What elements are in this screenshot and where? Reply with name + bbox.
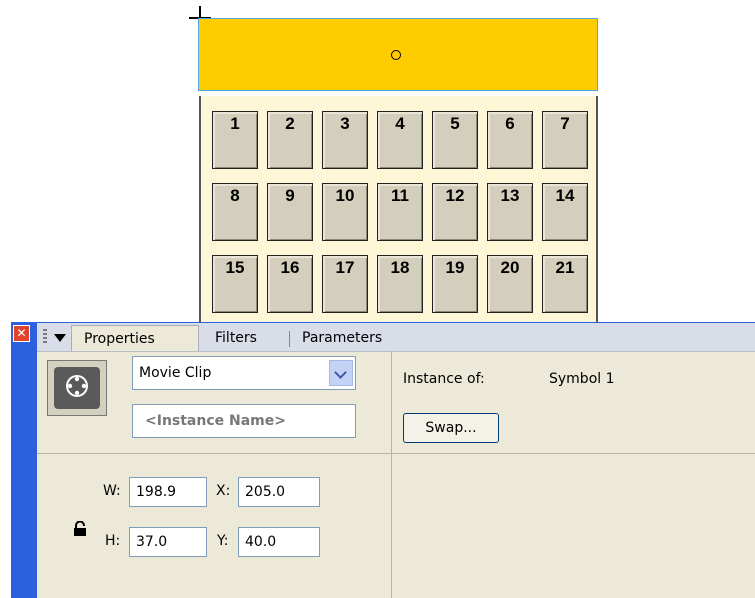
calendar-day-cell[interactable]: 21 — [542, 255, 588, 313]
symbol-thumbnail-frame — [54, 367, 100, 409]
calendar-day-cell[interactable]: 4 — [377, 111, 423, 169]
calendar-day-cell[interactable]: 2 — [267, 111, 313, 169]
calendar-day-cell[interactable]: 10 — [322, 183, 368, 241]
calendar-day-cell[interactable]: 15 — [212, 255, 258, 313]
y-input[interactable]: 40.0 — [238, 527, 320, 557]
chevron-down-icon[interactable] — [329, 360, 353, 386]
tab-divider — [289, 331, 290, 347]
calendar-day-number: 7 — [560, 114, 570, 133]
properties-panel-body: Properties Filters Parameters Movie Clip — [37, 323, 755, 598]
calendar-day-number: 8 — [230, 186, 240, 205]
x-label: X: — [216, 483, 231, 499]
close-icon[interactable]: ✕ — [13, 325, 30, 342]
calendar-day-number: 5 — [450, 114, 460, 133]
calendar-day-cell[interactable]: 13 — [487, 183, 533, 241]
properties-panel: ✕ Properties Filters Parameters Movie Cl… — [11, 322, 755, 598]
calendar-day-number: 14 — [555, 186, 575, 205]
swap-button[interactable]: Swap... — [403, 413, 499, 443]
calendar-day-number: 20 — [500, 258, 520, 277]
menu-arrow-icon[interactable] — [54, 334, 66, 342]
instance-of-label: Instance of: — [403, 371, 485, 387]
calendar-day-cell[interactable]: 18 — [377, 255, 423, 313]
calendar-day-cell[interactable]: 6 — [487, 111, 533, 169]
divider-vertical — [391, 351, 392, 598]
calendar-day-number: 13 — [500, 186, 520, 205]
width-label: W: — [103, 483, 121, 499]
calendar-day-cell[interactable]: 5 — [432, 111, 478, 169]
registration-point-icon — [391, 50, 401, 60]
calendar-day-cell[interactable]: 8 — [212, 183, 258, 241]
calendar-day-number: 18 — [390, 258, 410, 277]
calendar-day-number: 15 — [225, 258, 245, 277]
symbol-name: Symbol 1 — [549, 371, 615, 387]
calendar-day-cell[interactable]: 9 — [267, 183, 313, 241]
tab-filters[interactable]: Filters — [205, 325, 267, 351]
calendar-day-cell[interactable]: 20 — [487, 255, 533, 313]
symbol-type-select[interactable]: Movie Clip — [132, 356, 356, 390]
calendar-day-cell[interactable]: 12 — [432, 183, 478, 241]
y-label: Y: — [217, 533, 229, 549]
calendar-day-number: 11 — [391, 186, 409, 205]
calendar-day-number: 6 — [505, 114, 515, 133]
height-label: H: — [105, 533, 121, 549]
calendar-day-cell[interactable]: 19 — [432, 255, 478, 313]
x-input[interactable]: 205.0 — [238, 477, 320, 507]
calendar-day-cell[interactable]: 14 — [542, 183, 588, 241]
calendar-grid: 1 2 3 4 5 6 7 8 9 10 11 12 13 14 15 16 17 18 19 20 21 — [199, 96, 598, 336]
grip-icon[interactable] — [43, 329, 47, 345]
calendar-day-cell[interactable]: 17 — [322, 255, 368, 313]
calendar-day-number: 12 — [445, 186, 465, 205]
tab-parameters[interactable]: Parameters — [292, 325, 392, 351]
calendar-day-number: 16 — [280, 258, 300, 277]
calendar-day-cell[interactable]: 11 — [377, 183, 423, 241]
symbol-type-value: Movie Clip — [139, 365, 212, 381]
divider-horizontal — [37, 453, 755, 454]
calendar-day-number: 3 — [340, 114, 350, 133]
calendar-day-number: 19 — [445, 258, 465, 277]
calendar-day-cell[interactable]: 7 — [542, 111, 588, 169]
calendar-day-number: 1 — [230, 114, 240, 133]
calendar-day-cell[interactable]: 16 — [267, 255, 313, 313]
instance-name-input[interactable]: <Instance Name> — [132, 404, 356, 438]
tab-bar: Properties Filters Parameters — [37, 323, 755, 352]
height-input[interactable]: 37.0 — [129, 527, 207, 557]
calendar-day-number: 21 — [555, 258, 575, 277]
movie-clip-icon — [66, 375, 88, 397]
calendar-day-cell[interactable]: 1 — [212, 111, 258, 169]
calendar-day-number: 17 — [335, 258, 355, 277]
tab-properties[interactable]: Properties — [71, 325, 199, 351]
calendar-day-number: 10 — [335, 186, 355, 205]
width-input[interactable]: 198.9 — [129, 477, 207, 507]
calendar-day-number: 9 — [285, 186, 295, 205]
calendar-day-number: 4 — [395, 114, 405, 133]
calendar-day-number: 2 — [285, 114, 295, 133]
calendar-day-cell[interactable]: 3 — [322, 111, 368, 169]
symbol-thumbnail — [47, 360, 107, 416]
lock-icon[interactable] — [73, 521, 87, 537]
